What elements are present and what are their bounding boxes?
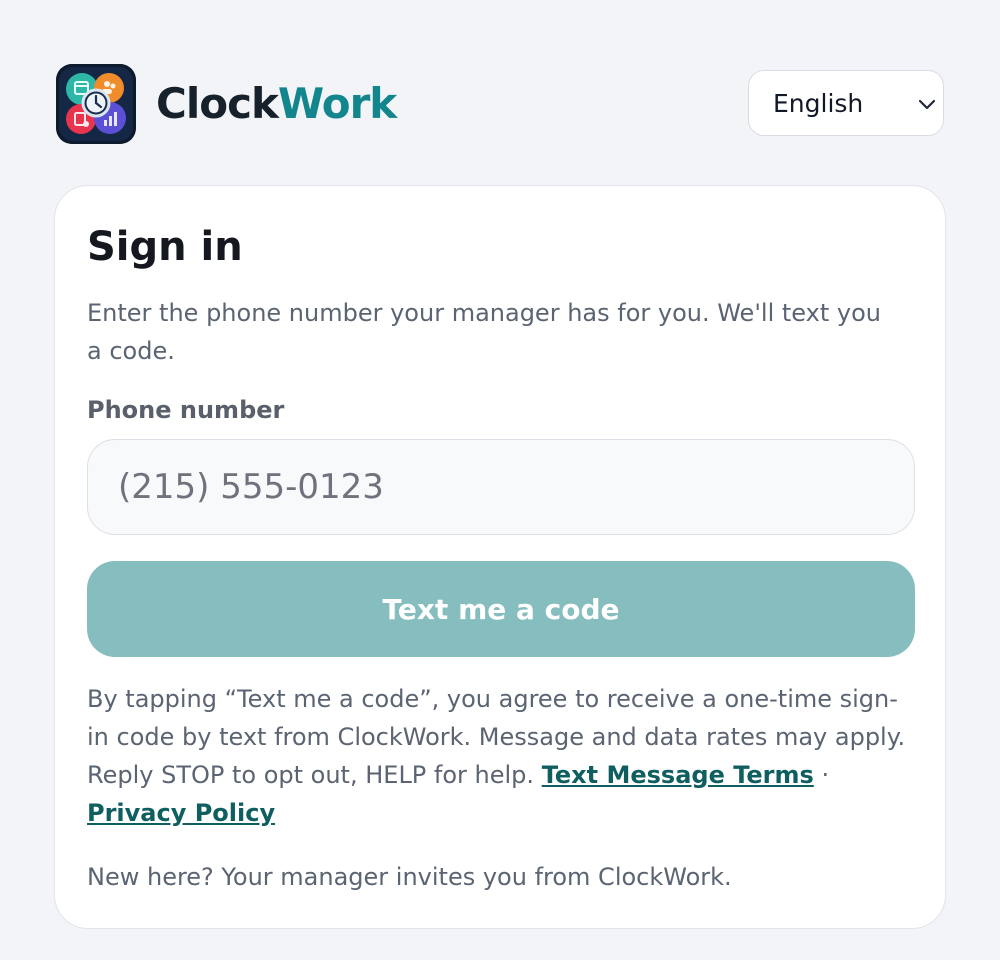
brand-name: ClockWork	[156, 78, 397, 130]
privacy-policy-link[interactable]: Privacy Policy	[87, 799, 275, 827]
consent-notice: By tapping “Text me a code”, you agree t…	[87, 680, 917, 832]
page-title: Sign in	[87, 224, 243, 270]
intro-text: Enter the phone number your manager has …	[87, 299, 881, 365]
chevron-down-icon	[918, 99, 936, 110]
phone-number-input[interactable]	[87, 439, 915, 535]
header: ClockWork English	[56, 64, 944, 144]
language-select-value: English	[773, 89, 864, 118]
new-user-note: New here? Your manager invites you from …	[87, 863, 732, 891]
link-separator: ·	[821, 761, 830, 789]
clockwork-logo	[56, 64, 136, 144]
brand-name-part2: Work	[277, 79, 397, 128]
text-me-a-code-button[interactable]: Text me a code	[87, 561, 915, 657]
sign-in-card: Sign in Enter the phone number your mana…	[54, 185, 946, 929]
phone-number-label: Phone number	[87, 396, 285, 424]
language-select[interactable]: English	[748, 70, 944, 136]
brand-name-part1: Clock	[156, 79, 279, 128]
text-message-terms-link[interactable]: Text Message Terms	[542, 761, 814, 789]
app-logo-icon	[56, 64, 136, 144]
